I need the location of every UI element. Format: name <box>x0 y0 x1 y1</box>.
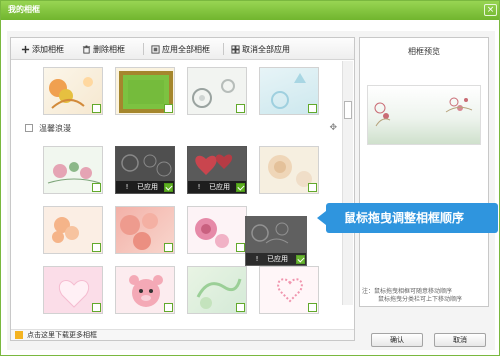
preview-title: 相框预览 <box>408 47 440 56</box>
frame-thumbnail[interactable] <box>187 67 247 115</box>
frame-checkbox[interactable] <box>236 183 245 192</box>
frame-thumbnail[interactable] <box>43 266 103 314</box>
usage-note: 注：鼠标拖曳相框可随意移动顺序 鼠标拖曳分类栏可上下移动顺序 <box>362 288 492 304</box>
delete-frame-label: 删除相框 <box>93 44 125 54</box>
download-more-label: 点击这里下载更多相框 <box>27 331 97 339</box>
plus-icon <box>21 45 30 53</box>
frame-checkbox[interactable] <box>164 303 173 312</box>
frames-list-panel: 添加相框 删除相框 应用全部相框 取消全部应用 温馨浪漫 ✥ ! 已应用 ! 已… <box>10 37 355 341</box>
frame-thumbnail[interactable] <box>43 67 103 115</box>
frame-thumbnail[interactable] <box>115 266 175 314</box>
cancel-all-icon <box>231 44 240 54</box>
frame-thumbnail[interactable]: ! 已应用 <box>115 146 175 194</box>
frame-thumbnail[interactable] <box>187 266 247 314</box>
apply-all-label: 应用全部相框 <box>162 44 210 54</box>
frame-thumbnail[interactable] <box>115 206 175 254</box>
trash-icon <box>82 44 91 54</box>
add-frame-label: 添加相框 <box>32 44 64 54</box>
scrollbar-thumb[interactable] <box>344 101 352 119</box>
download-icon <box>15 331 23 339</box>
preview-artwork <box>374 97 473 127</box>
frames-grid: 温馨浪漫 ✥ ! 已应用 ! 已应用 ! 已应用 <box>11 61 341 337</box>
move-icon[interactable]: ✥ <box>329 123 337 133</box>
toolbar-divider <box>143 43 144 55</box>
frame-checkbox[interactable] <box>236 303 245 312</box>
add-frame-button[interactable]: 添加相框 <box>21 43 64 55</box>
applied-label: 已应用 <box>267 255 288 263</box>
frame-checkbox[interactable] <box>92 303 101 312</box>
toolbar-divider <box>223 43 224 55</box>
frame-checkbox[interactable] <box>92 183 101 192</box>
frame-preview-image <box>367 85 481 145</box>
category-label: 温馨浪漫 <box>39 123 71 133</box>
frame-preview-panel: 相框预览 注：鼠标拖曳相框可随意移动顺序 鼠标拖曳分类栏可上下移动顺序 <box>359 37 489 307</box>
drag-hint-tooltip: 鼠标拖曳调整相框顺序 <box>317 203 498 233</box>
frame-checkbox[interactable] <box>164 183 173 192</box>
frame-thumbnail[interactable] <box>43 146 103 194</box>
frames-scrollbar[interactable] <box>342 61 353 305</box>
frame-checkbox[interactable] <box>308 104 317 113</box>
apply-all-icon <box>151 44 160 54</box>
frame-thumbnail[interactable] <box>43 206 103 254</box>
frame-thumbnail[interactable] <box>259 146 319 194</box>
note-line-2: 鼠标拖曳分类栏可上下移动顺序 <box>378 296 463 303</box>
dragging-frame-thumbnail[interactable]: ! 已应用 <box>245 216 307 266</box>
warning-icon: ! <box>255 255 259 263</box>
frame-thumbnail[interactable] <box>115 67 175 115</box>
frame-checkbox[interactable] <box>164 243 173 252</box>
frames-dialog: 我的相框 × 添加相框 删除相框 应用全部相框 取消全部应用 温馨浪漫 ✥ ! … <box>0 0 500 356</box>
cancel-button[interactable]: 取消 <box>434 333 486 347</box>
frame-checkbox[interactable] <box>236 243 245 252</box>
dialog-body: 添加相框 删除相框 应用全部相框 取消全部应用 温馨浪漫 ✥ ! 已应用 ! 已… <box>7 31 498 350</box>
warning-icon: ! <box>197 183 201 191</box>
frames-toolbar: 添加相框 删除相框 应用全部相框 取消全部应用 <box>11 38 354 60</box>
title-bar[interactable]: 我的相框 × <box>1 1 499 20</box>
applied-label: 已应用 <box>137 183 158 191</box>
cancel-all-label: 取消全部应用 <box>242 44 290 54</box>
note-line-1: 注：鼠标拖曳相框可随意移动顺序 <box>362 288 453 295</box>
frame-checkbox[interactable] <box>236 104 245 113</box>
cancel-all-button[interactable]: 取消全部应用 <box>231 43 290 55</box>
frame-thumbnail[interactable] <box>259 266 319 314</box>
frame-checkbox[interactable] <box>164 104 173 113</box>
frame-thumbnail[interactable]: ! 已应用 <box>187 146 247 194</box>
apply-all-button[interactable]: 应用全部相框 <box>151 43 210 55</box>
frame-checkbox[interactable] <box>308 183 317 192</box>
category-header[interactable]: 温馨浪漫 ✥ <box>25 121 341 135</box>
delete-frame-button[interactable]: 删除相框 <box>82 43 125 55</box>
applied-label: 已应用 <box>209 183 230 191</box>
close-icon[interactable]: × <box>484 4 497 16</box>
frame-checkbox[interactable] <box>308 303 317 312</box>
confirm-button[interactable]: 确认 <box>371 333 423 347</box>
window-title: 我的相框 <box>8 5 40 14</box>
frame-checkbox[interactable] <box>296 255 305 264</box>
frame-thumbnail[interactable] <box>259 67 319 115</box>
warning-icon: ! <box>125 183 129 191</box>
category-checkbox[interactable] <box>25 124 33 132</box>
frame-thumbnail[interactable] <box>187 206 247 254</box>
download-more-link[interactable]: 点击这里下载更多相框 <box>11 329 354 340</box>
frame-checkbox[interactable] <box>92 104 101 113</box>
frame-checkbox[interactable] <box>92 243 101 252</box>
